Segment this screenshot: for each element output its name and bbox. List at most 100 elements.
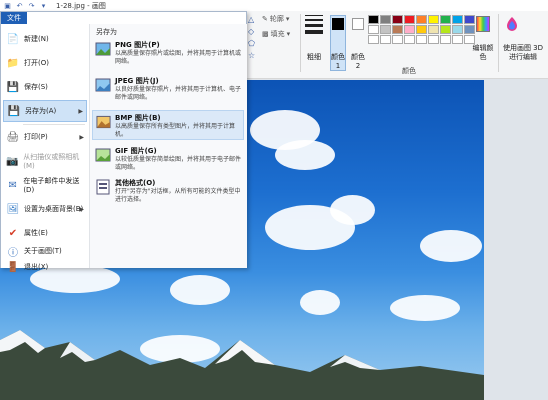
save-quick-icon[interactable]: ▣ [3,1,12,10]
menu-separator [23,124,85,125]
menu-item-open[interactable]: 📁 打开(O) [3,52,87,74]
palette-swatch[interactable] [404,35,415,44]
paint3d-icon[interactable] [505,16,519,32]
palette-swatch[interactable] [416,35,427,44]
edit-colors-label[interactable]: 编辑颜色 [471,44,495,62]
divider [498,14,499,72]
save-as-submenu-header: 另存为 [96,28,117,36]
redo-icon[interactable]: ↷ [27,1,36,10]
email-icon: ✉ [8,179,17,191]
palette-swatch[interactable] [452,15,463,24]
menu-item-save-as[interactable]: 💾 另存为(A) ▶ [3,100,87,122]
bmp-image-icon [96,115,111,129]
thickness-label[interactable]: 粗细 [302,53,326,62]
palette-swatch[interactable] [416,25,427,34]
palette-swatch[interactable] [440,35,451,44]
menu-item-print[interactable]: 🖨 打印(P) ▶ [3,126,87,148]
menu-item-from-scanner[interactable]: 📷 从扫描仪或照相机(M) [3,150,87,172]
undo-icon[interactable]: ↶ [15,1,24,10]
save-as-bmp[interactable]: BMP 图片(B) 以高质量保存所有类型图片，并将其用于计算机。 [92,110,244,140]
cloud [330,195,375,225]
fill-icon: ▩ [262,30,269,38]
color2-swatch[interactable] [352,18,364,30]
cloud [300,290,340,315]
cloud [390,295,460,321]
divider [300,14,301,72]
save-as-other-formats[interactable]: 其他格式(O) 打开"另存为"对话框，从所有可能的文件类型中进行选择。 [92,176,244,206]
open-folder-icon: 📁 [6,57,20,69]
outline-icon: ✎ [262,15,268,23]
palette-swatch[interactable] [380,35,391,44]
palette-swatch[interactable] [380,25,391,34]
paint3d-label[interactable]: 使用画图 3D 进行编辑 [500,44,546,62]
diamond-shape-icon[interactable]: ◇ [248,27,254,36]
palette-swatch[interactable] [416,15,427,24]
palette-swatch[interactable] [404,15,415,24]
outline-dropdown[interactable]: ✎ 轮廓 ▾ [262,14,290,24]
window-title: 1-28.jpg - 画图 [56,1,106,10]
palette-swatch[interactable] [368,35,379,44]
file-menu-commands: 📄 新建(N) 📁 打开(O) 💾 保存(S) 💾 另存为(A) ▶ 🖨 打印(… [1,24,89,273]
color2-label: 颜色 2 [351,53,365,70]
color1-label: 颜色 1 [331,53,345,70]
customize-quick-access-icon[interactable]: ▾ [39,1,48,10]
edit-colors-icon[interactable] [476,16,490,32]
cloud [420,230,482,262]
palette-swatch[interactable] [464,15,475,24]
palette-swatch[interactable] [440,25,451,34]
colors-group-label: 颜色 [402,67,416,75]
file-menu: 文件 📄 新建(N) 📁 打开(O) 💾 保存(S) 💾 另存为(A) ▶ 🖨 … [0,11,247,273]
palette-swatch[interactable] [368,15,379,24]
new-file-icon: 📄 [6,33,20,45]
file-menu-tab[interactable]: 文件 [1,12,27,24]
menu-item-exit[interactable]: 🚪 退出(X) [3,258,87,276]
thickness-icon[interactable] [305,15,323,37]
color1-swatch [332,18,344,30]
menu-item-send-email[interactable]: ✉ 在电子邮件中发送(D) [3,174,87,196]
fill-dropdown[interactable]: ▩ 填充 ▾ [262,29,290,39]
title-bar: ▣ ↶ ↷ ▾ 1-28.jpg - 画图 [0,0,548,11]
cloud [275,140,335,170]
pentagon-shape-icon[interactable]: ⬠ [248,39,255,48]
palette-swatch[interactable] [368,25,379,34]
color-palette[interactable] [368,15,475,44]
palette-swatch[interactable] [404,25,415,34]
star-shape-icon[interactable]: ☆ [248,51,255,60]
save-as-jpeg[interactable]: JPEG 图片(J) 以良好质量保存照片，并将其用于计算机、电子邮件或网络。 [92,74,244,104]
palette-swatch[interactable] [452,25,463,34]
palette-swatch[interactable] [464,35,475,44]
submenu-arrow-icon: ▶ [78,107,83,115]
save-as-icon: 💾 [7,105,21,117]
submenu-arrow-icon: ▶ [79,205,84,213]
palette-swatch[interactable] [440,15,451,24]
menu-item-new[interactable]: 📄 新建(N) [3,28,87,50]
palette-swatch[interactable] [464,25,475,34]
palette-swatch[interactable] [452,35,463,44]
palette-swatch[interactable] [428,25,439,34]
palette-swatch[interactable] [428,15,439,24]
info-icon: ⓘ [8,247,18,259]
save-as-gif[interactable]: GIF 图片(G) 以较低质量保存简单绘图，并将其用于电子邮件或网络。 [92,144,244,174]
palette-swatch[interactable] [380,15,391,24]
exit-icon: 🚪 [6,261,20,273]
canvas-margin [484,79,548,400]
palette-swatch[interactable] [392,25,403,34]
palette-swatch[interactable] [392,15,403,24]
scanner-icon: 📷 [6,155,19,167]
printer-icon: 🖨 [6,131,20,143]
menu-item-save[interactable]: 💾 保存(S) [3,76,87,98]
save-as-submenu: 另存为 PNG 图片(P) 以高质量保存照片或绘图，并将其用于计算机或网络。 JP… [89,24,247,268]
triangle-shape-icon[interactable]: △ [248,15,254,24]
png-image-icon [95,42,111,56]
menu-item-set-desktop-background[interactable]: 🖼 设置为桌面背景(B) ▶ [3,198,87,220]
gif-image-icon [95,148,111,162]
save-as-png[interactable]: PNG 图片(P) 以高质量保存照片或绘图，并将其用于计算机或网络。 [92,38,244,68]
other-formats-icon [96,179,110,195]
mountains [0,330,484,400]
desktop-background-icon: 🖼 [6,203,20,215]
save-icon: 💾 [6,81,20,93]
cloud [170,275,230,305]
submenu-arrow-icon: ▶ [79,133,84,141]
palette-swatch[interactable] [392,35,403,44]
palette-swatch[interactable] [428,35,439,44]
